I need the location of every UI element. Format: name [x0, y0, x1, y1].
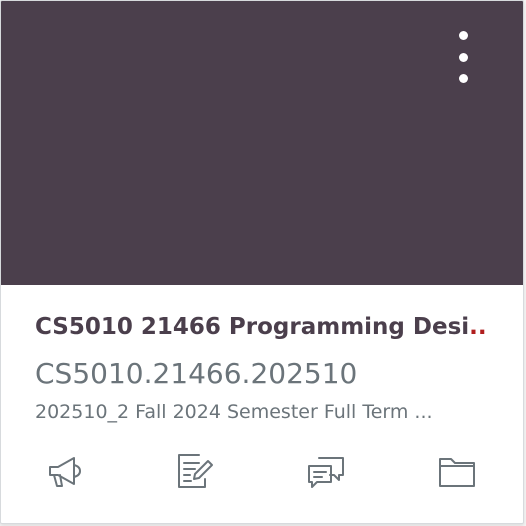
announcements-icon — [49, 457, 81, 487]
more-vertical-icon — [458, 31, 468, 40]
course-title[interactable]: CS5010 21466 Programming Desi... — [35, 312, 485, 342]
more-vertical-icon-dot — [458, 52, 468, 62]
more-vertical-icon-dot — [458, 74, 468, 83]
assignments-icon — [178, 454, 213, 488]
announcements-button[interactable] — [44, 451, 84, 491]
more-options-button[interactable] — [451, 31, 475, 83]
assignments-button[interactable] — [175, 451, 215, 491]
course-code: CS5010.21466.202510 — [35, 357, 358, 390]
files-icon — [439, 458, 475, 487]
files-button[interactable] — [437, 451, 477, 491]
discussions-button[interactable] — [306, 451, 346, 491]
discussions-icon — [308, 457, 344, 488]
course-term: 202510_2 Fall 2024 Semester Full Term ..… — [35, 401, 433, 423]
course-title-text: CS5010 21466 Programming Desi — [35, 314, 470, 340]
course-title-ellipsis: ... — [469, 314, 485, 340]
course-card[interactable]: CS5010 21466 Programming Desi... CS5010.… — [0, 0, 524, 524]
course-card-hero[interactable] — [1, 1, 523, 285]
